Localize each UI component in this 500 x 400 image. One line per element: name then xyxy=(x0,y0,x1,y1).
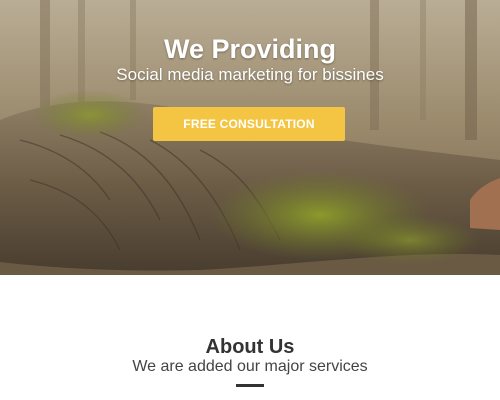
hero-section: We Providing Social media marketing for … xyxy=(0,0,500,275)
about-title: About Us xyxy=(205,336,295,358)
free-consultation-button[interactable]: FREE CONSULTATION xyxy=(153,107,345,141)
about-subtitle: We are added our major services xyxy=(132,358,368,375)
section-divider xyxy=(236,384,264,387)
hero-title: We Providing xyxy=(163,34,337,64)
hero-subtitle: Social media marketing for bissines xyxy=(116,65,384,84)
landing-page: We Providing Social media marketing for … xyxy=(0,0,500,400)
about-section: About Us We are added our major services xyxy=(0,275,500,400)
